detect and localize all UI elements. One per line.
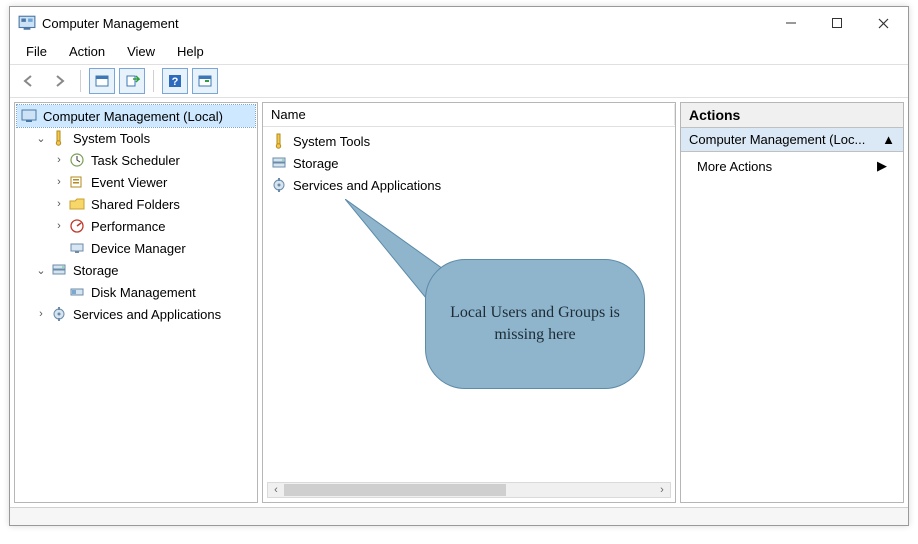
tree-item-performance[interactable]: › Performance: [17, 215, 255, 237]
menu-file[interactable]: File: [16, 41, 57, 62]
tree-item-device-manager[interactable]: Device Manager: [17, 237, 255, 259]
tree-item-event-viewer[interactable]: › Event Viewer: [17, 171, 255, 193]
collapse-icon[interactable]: ⌄: [35, 132, 47, 145]
scroll-track[interactable]: [284, 483, 654, 497]
disk-icon: [69, 284, 85, 300]
menu-action[interactable]: Action: [59, 41, 115, 62]
window-controls: [768, 8, 906, 38]
storage-icon: [51, 262, 67, 278]
expand-icon[interactable]: ›: [53, 154, 65, 166]
storage-icon: [271, 155, 287, 171]
tree-item-storage[interactable]: ⌄ Storage: [17, 259, 255, 281]
actions-sub-label: Computer Management (Loc...: [689, 132, 865, 147]
tree-label: Task Scheduler: [89, 153, 180, 168]
tree-item-disk-management[interactable]: Disk Management: [17, 281, 255, 303]
list-header: Name: [263, 103, 675, 127]
computer-icon: [21, 108, 37, 124]
list-pane: Name System Tools Storage Services and A…: [262, 102, 676, 503]
tree-root-label: Computer Management (Local): [41, 109, 223, 124]
list-item-label: Storage: [293, 156, 339, 171]
help-button[interactable]: ?: [162, 68, 188, 94]
event-icon: [69, 174, 85, 190]
tree-label: Shared Folders: [89, 197, 180, 212]
chevron-right-icon: ▶: [877, 158, 887, 174]
app-icon: [18, 14, 36, 32]
services-icon: [271, 177, 287, 193]
window-frame: Computer Management File Action View Hel…: [9, 6, 909, 526]
tree-label: Disk Management: [89, 285, 196, 300]
export-button[interactable]: [119, 68, 145, 94]
clock-icon: [69, 152, 85, 168]
scroll-left-icon[interactable]: ‹: [268, 484, 284, 496]
list-item-storage[interactable]: Storage: [267, 152, 671, 174]
collapse-icon[interactable]: ▲: [882, 132, 895, 147]
titlebar: Computer Management: [10, 7, 908, 39]
expand-icon[interactable]: ›: [53, 176, 65, 188]
device-icon: [69, 240, 85, 256]
list-body: System Tools Storage Services and Applic…: [263, 127, 675, 199]
scroll-right-icon[interactable]: ›: [654, 484, 670, 496]
back-button[interactable]: [16, 68, 42, 94]
expand-icon[interactable]: ›: [35, 308, 47, 320]
minimize-button[interactable]: [768, 8, 814, 38]
callout-bubble: Local Users and Groups is missing here: [425, 259, 645, 389]
maximize-button[interactable]: [814, 8, 860, 38]
tree: Computer Management (Local) ⌄ System Too…: [15, 103, 257, 331]
tree-pane: Computer Management (Local) ⌄ System Too…: [14, 102, 258, 503]
tree-item-system-tools[interactable]: ⌄ System Tools: [17, 127, 255, 149]
expand-icon[interactable]: ›: [53, 198, 65, 210]
tree-label: System Tools: [71, 131, 150, 146]
menu-help[interactable]: Help: [167, 41, 214, 62]
tree-label: Device Manager: [89, 241, 186, 256]
menubar: File Action View Help: [10, 39, 908, 64]
window-title: Computer Management: [42, 16, 768, 31]
expand-icon[interactable]: ›: [53, 220, 65, 232]
scroll-thumb[interactable]: [284, 484, 506, 496]
actions-item-label: More Actions: [697, 159, 772, 174]
tree-label: Event Viewer: [89, 175, 167, 190]
column-name[interactable]: Name: [263, 104, 675, 125]
list-item-system-tools[interactable]: System Tools: [267, 130, 671, 152]
callout-tail: [345, 199, 465, 319]
forward-button[interactable]: [46, 68, 72, 94]
tree-label: Services and Applications: [71, 307, 221, 322]
callout-text: Local Users and Groups is missing here: [444, 302, 626, 345]
tree-item-shared-folders[interactable]: › Shared Folders: [17, 193, 255, 215]
actions-more[interactable]: More Actions ▶: [681, 152, 903, 180]
actions-header: Actions: [681, 103, 903, 128]
tree-root[interactable]: Computer Management (Local): [17, 105, 255, 127]
tree-label: Storage: [71, 263, 119, 278]
performance-icon: [69, 218, 85, 234]
tree-item-services-applications[interactable]: › Services and Applications: [17, 303, 255, 325]
list-item-services-applications[interactable]: Services and Applications: [267, 174, 671, 196]
callout-annotation: Local Users and Groups is missing here: [345, 199, 645, 399]
content-area: Computer Management (Local) ⌄ System Too…: [10, 98, 908, 507]
statusbar: [10, 507, 908, 525]
svg-text:?: ?: [172, 76, 179, 88]
collapse-icon[interactable]: ⌄: [35, 264, 47, 277]
properties-button[interactable]: [89, 68, 115, 94]
toolbar-separator: [80, 70, 81, 92]
folder-share-icon: [69, 196, 85, 212]
list-item-label: Services and Applications: [293, 178, 441, 193]
menu-view[interactable]: View: [117, 41, 165, 62]
wrench-icon: [51, 130, 67, 146]
actions-subheading[interactable]: Computer Management (Loc... ▲: [681, 128, 903, 152]
tree-label: Performance: [89, 219, 165, 234]
close-button[interactable]: [860, 8, 906, 38]
list-item-label: System Tools: [293, 134, 370, 149]
tree-item-task-scheduler[interactable]: › Task Scheduler: [17, 149, 255, 171]
horizontal-scrollbar[interactable]: ‹ ›: [267, 482, 671, 498]
wrench-icon: [271, 133, 287, 149]
services-icon: [51, 306, 67, 322]
refresh-button[interactable]: [192, 68, 218, 94]
actions-pane: Actions Computer Management (Loc... ▲ Mo…: [680, 102, 904, 503]
toolbar-separator: [153, 70, 154, 92]
toolbar: ?: [10, 64, 908, 98]
